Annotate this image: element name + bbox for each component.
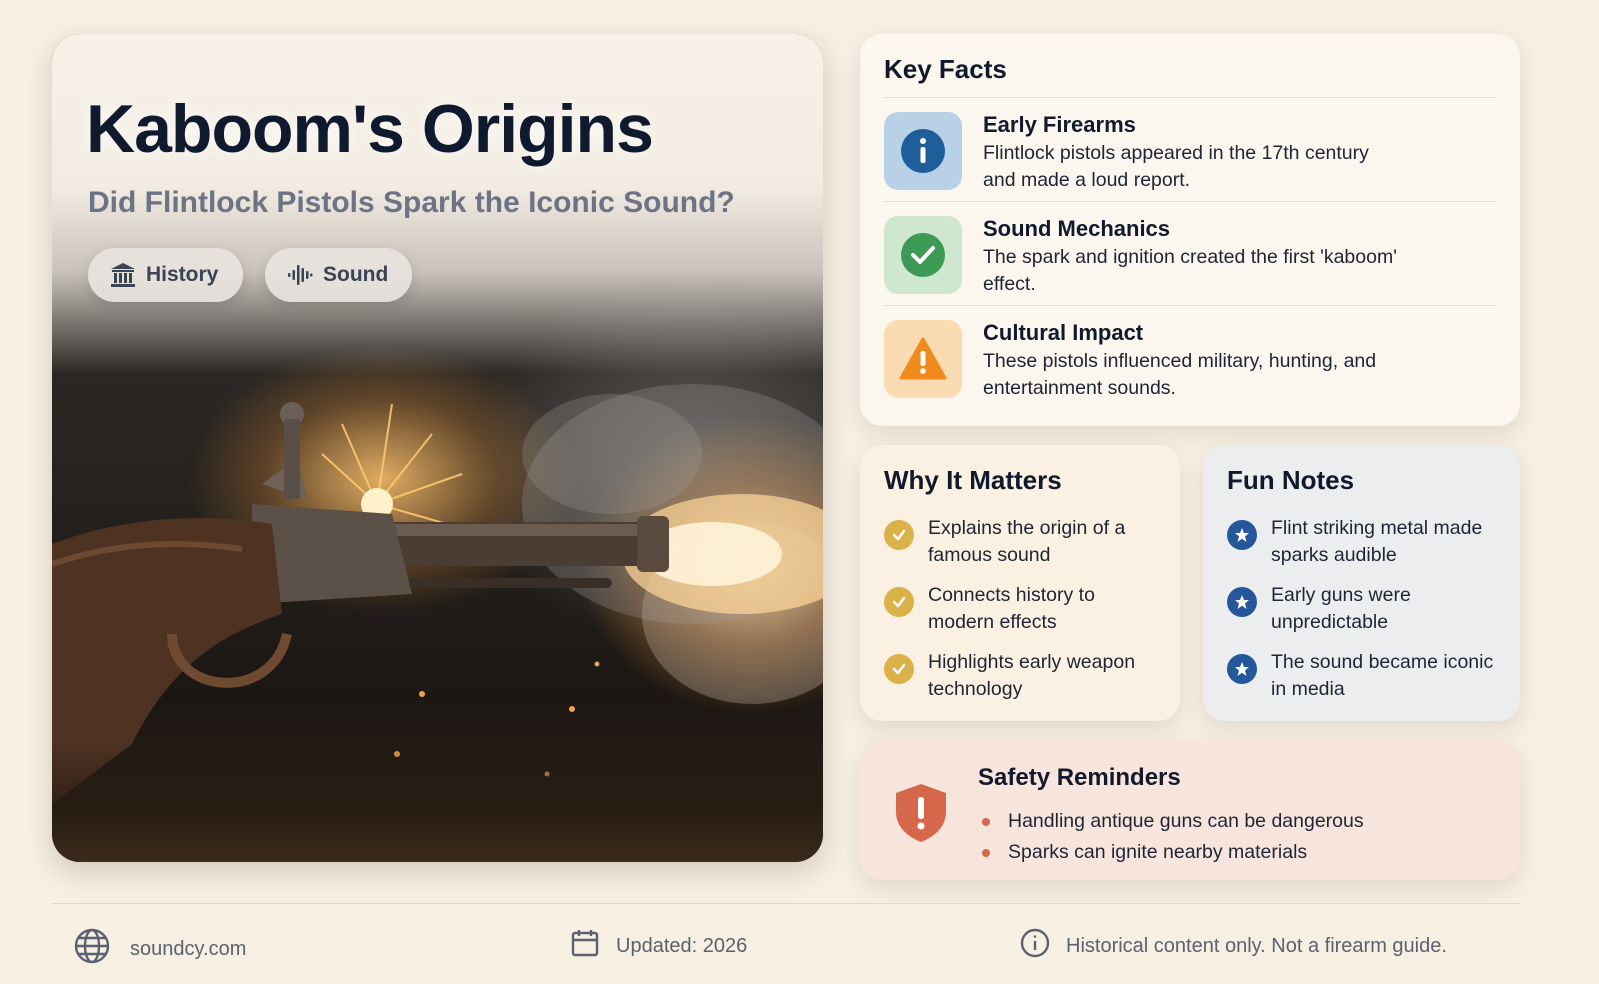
info-outline-icon <box>1020 928 1050 964</box>
key-facts-heading: Key Facts <box>884 54 1007 84</box>
shield-warning-icon <box>894 782 948 849</box>
tag-history[interactable]: History <box>88 248 243 302</box>
star-icon <box>1227 587 1257 617</box>
info-icon <box>884 112 962 190</box>
check-icon <box>884 587 914 617</box>
fun-notes-heading: Fun Notes <box>1227 465 1355 495</box>
page-subtitle: Did Flintlock Pistols Spark the Iconic S… <box>88 186 735 219</box>
footer-note: Historical content only. Not a firearm g… <box>1020 928 1447 964</box>
check-icon <box>884 520 914 550</box>
fact-sound-mechanics: Sound Mechanics The spark and ignition c… <box>884 216 1496 306</box>
fact-early-firearms: Early Firearms Flintlock pistols appeare… <box>884 112 1496 202</box>
list-item-text: Explains the origin of a famous sound <box>928 517 1126 566</box>
divider <box>884 97 1496 98</box>
fact-text: The spark and ignition created the first… <box>983 246 1397 295</box>
footer-note-label: Historical content only. Not a firearm g… <box>1066 934 1447 957</box>
fact-title: Sound Mechanics <box>983 216 1171 241</box>
check-icon <box>884 654 914 684</box>
why-it-matters-card: Why It Matters Explains the origin of a … <box>860 445 1180 721</box>
star-icon <box>1227 520 1257 550</box>
soundwave-icon <box>287 262 313 288</box>
footer-updated: Updated: 2026 <box>570 928 747 964</box>
list-item-text: Early guns were unpredictable <box>1271 584 1411 633</box>
list-item: Explains the origin of a famous sound <box>884 515 1164 582</box>
tag-history-label: History <box>146 263 219 286</box>
footer-updated-label: Updated: 2026 <box>616 934 748 957</box>
safety-heading: Safety Reminders <box>978 764 1181 791</box>
why-list: Explains the origin of a famous sound Co… <box>884 515 1164 716</box>
tag-sound[interactable]: Sound <box>265 248 412 302</box>
list-item-text: Highlights early weapon technology <box>928 651 1136 700</box>
list-item: The sound became iconic in media <box>1227 649 1504 716</box>
list-item-text: Flint striking metal made sparks audible <box>1271 517 1483 566</box>
calendar-icon <box>570 928 600 964</box>
fact-title: Cultural Impact <box>983 320 1144 345</box>
divider <box>884 201 1496 202</box>
safety-card: Safety Reminders Handling antique guns c… <box>860 742 1520 880</box>
fact-text: These pistols influenced military, hunti… <box>983 350 1377 399</box>
list-item: Sparks can ignite nearby materials <box>978 837 1364 868</box>
list-item: Flint striking metal made sparks audible <box>1227 515 1504 582</box>
list-item: Handling antique guns can be dangerous <box>978 806 1364 837</box>
footer-site-label: soundcy.com <box>130 937 247 960</box>
list-item: Connects history to modern effects <box>884 582 1164 649</box>
why-it-matters-heading: Why It Matters <box>884 465 1062 495</box>
list-item: Highlights early weapon technology <box>884 649 1164 716</box>
list-item: Early guns were unpredictable <box>1227 582 1504 649</box>
fact-text: Flintlock pistols appeared in the 17th c… <box>983 142 1369 191</box>
key-facts-card: Key Facts Early Firearms Flintlock pisto… <box>860 34 1520 426</box>
hero-card: Kaboom's Origins Did Flintlock Pistols S… <box>52 34 823 862</box>
fact-cultural-impact: Cultural Impact These pistols influenced… <box>884 320 1496 410</box>
tabletop <box>52 742 823 862</box>
list-item-text: The sound became iconic in media <box>1271 651 1494 700</box>
star-icon <box>1227 654 1257 684</box>
footer-divider <box>52 903 1520 904</box>
fun-notes-card: Fun Notes Flint striking metal made spar… <box>1203 445 1520 721</box>
warning-icon <box>884 320 962 398</box>
fact-title: Early Firearms <box>983 112 1136 137</box>
safety-list: Handling antique guns can be dangerous S… <box>978 806 1364 868</box>
divider <box>884 305 1496 306</box>
tag-sound-label: Sound <box>323 263 389 286</box>
check-icon <box>884 216 962 294</box>
list-item-text: Connects history to modern effects <box>928 584 1095 633</box>
globe-icon <box>74 928 110 970</box>
page-title: Kaboom's Origins <box>86 91 654 167</box>
fun-list: Flint striking metal made sparks audible… <box>1227 515 1504 716</box>
footer-site[interactable]: soundcy.com <box>74 928 246 970</box>
bank-icon <box>110 262 136 288</box>
